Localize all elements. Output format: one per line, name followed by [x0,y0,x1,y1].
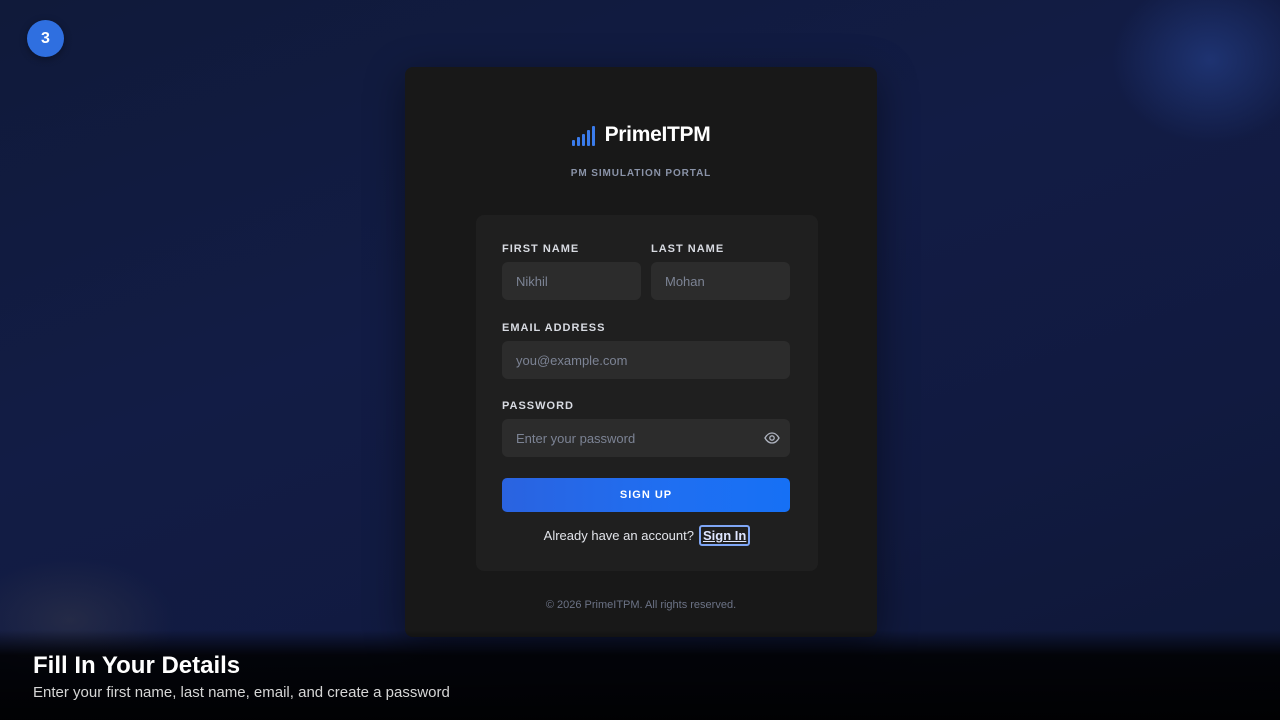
password-field[interactable]: Enter your password [502,419,790,457]
caption-description: Enter your first name, last name, email,… [33,684,450,701]
signal-bars-icon [571,124,595,146]
last-name-label: LAST NAME [651,243,725,255]
caption-title: Fill In Your Details [33,652,241,679]
signup-card: PrimeITPM PM SIMULATION PORTAL FIRST NAM… [405,67,877,637]
first-name-placeholder: Nikhil [516,273,548,289]
copyright-text: © 2026 PrimeITPM. All rights reserved. [545,599,737,611]
caption-overlay: Fill In Your Details Enter your first na… [0,630,1280,720]
password-label: PASSWORD [502,400,574,412]
signin-prompt-text: Already have an account? [543,528,694,543]
first-name-label: FIRST NAME [502,243,580,255]
sign-up-button[interactable]: SIGN UP [502,478,790,512]
last-name-field[interactable]: Mohan [651,262,790,300]
email-label: EMAIL ADDRESS [502,322,606,334]
first-name-field[interactable]: Nikhil [502,262,641,300]
brand-name: PrimeITPM [604,123,711,146]
step-number-badge: 3 [27,20,64,57]
email-field[interactable]: you@example.com [502,341,790,379]
eye-icon[interactable] [764,430,780,446]
last-name-placeholder: Mohan [665,273,705,289]
signin-prompt-row: Already have an account? Sign In [476,525,818,546]
signup-form: FIRST NAME Nikhil LAST NAME Mohan EMAIL … [476,215,818,571]
sign-in-link[interactable]: Sign In [698,525,751,546]
portal-subtitle: PM SIMULATION PORTAL [570,168,712,179]
email-placeholder: you@example.com [516,352,628,368]
password-placeholder: Enter your password [516,430,636,446]
brand-header: PrimeITPM [405,123,877,147]
